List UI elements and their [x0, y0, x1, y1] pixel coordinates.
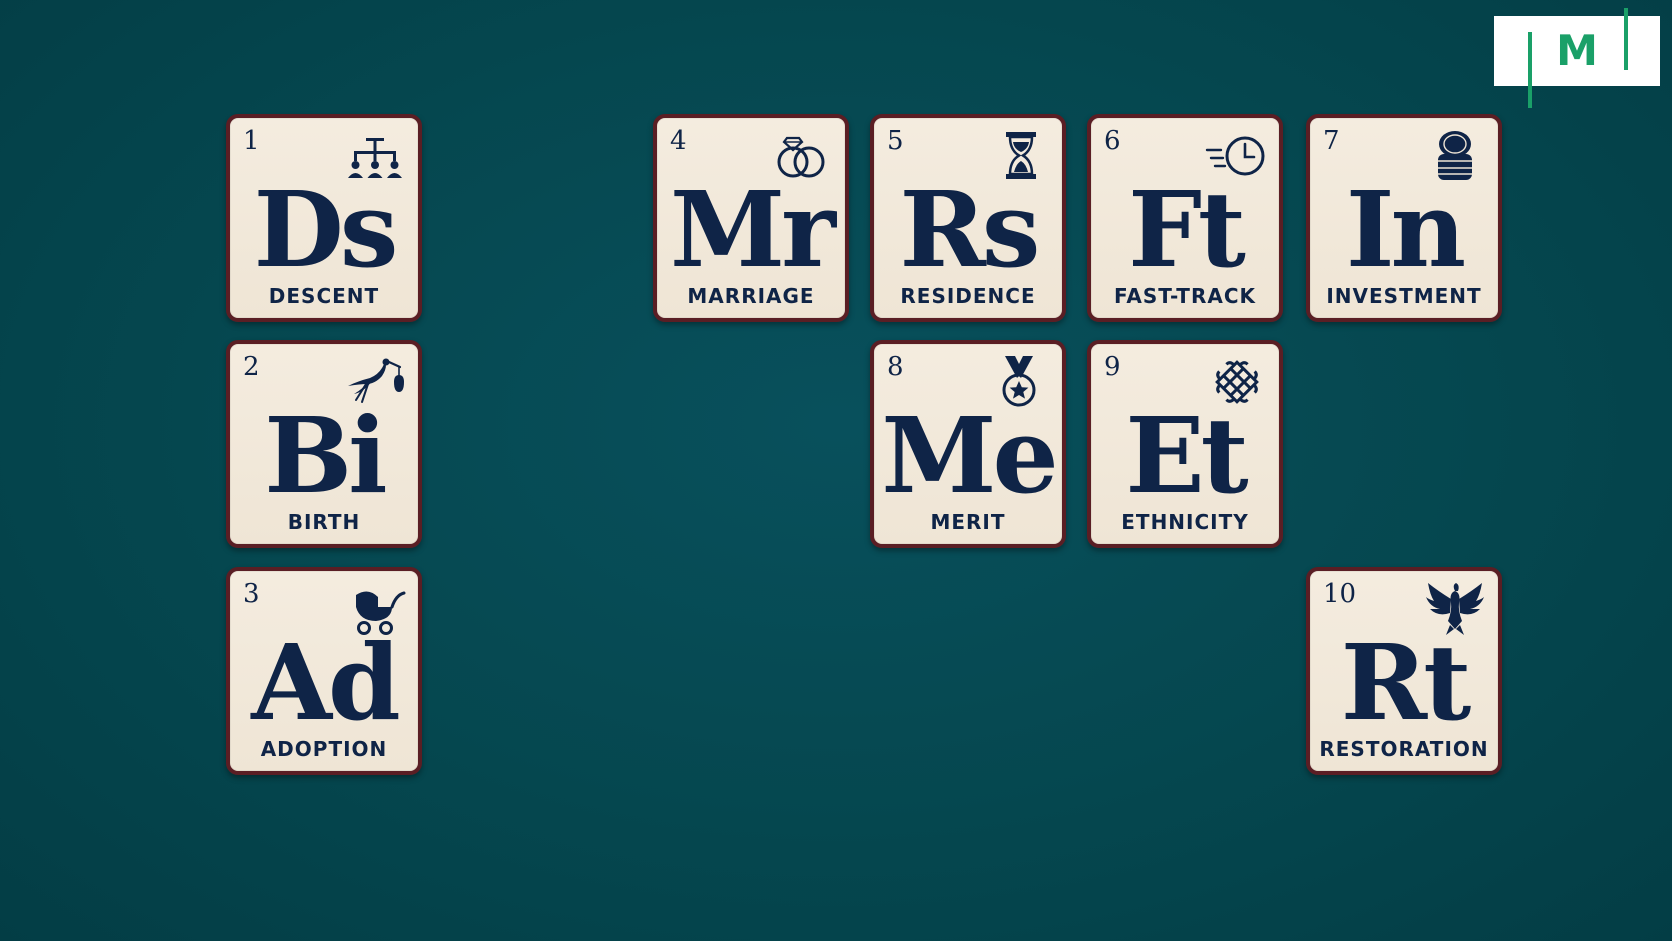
tile-label: INVESTMENT	[1326, 284, 1482, 308]
tile-label: RESTORATION	[1319, 737, 1489, 761]
tile-number: 7	[1323, 126, 1340, 156]
tile-ethnicity: 9 Et ETHNICITY	[1087, 340, 1283, 548]
tile-number: 9	[1104, 352, 1121, 382]
tile-symbol: Mr	[670, 168, 836, 291]
tile-number: 4	[670, 126, 687, 156]
tile-label: ADOPTION	[260, 737, 388, 761]
tile-merit: 8 Me MERIT	[870, 340, 1066, 548]
tile-symbol: Ds	[253, 168, 399, 291]
tile-adoption: 3 Ad ADOPTION	[226, 567, 422, 775]
brand-logo: M	[1494, 8, 1660, 108]
periodic-table-canvas: M 1 Ds DESCENT 2 Bi BIRTH 3 Ad ADOPTION …	[0, 0, 1672, 941]
logo-letter: M	[1556, 26, 1598, 75]
tile-descent: 1 Ds DESCENT	[226, 114, 422, 322]
tile-number: 5	[887, 126, 904, 156]
tile-label: MARRIAGE	[687, 284, 815, 308]
tile-label: BIRTH	[287, 510, 361, 534]
tile-number: 1	[243, 126, 260, 156]
tile-label: DESCENT	[268, 284, 380, 308]
tile-label: ETHNICITY	[1121, 510, 1249, 534]
tile-number: 10	[1323, 579, 1357, 609]
tile-symbol: Rt	[1340, 621, 1471, 744]
tile-investment: 7 In INVESTMENT	[1306, 114, 1502, 322]
logo-right-bar	[1624, 8, 1628, 70]
tile-residence: 5 Rs RESIDENCE	[870, 114, 1066, 322]
tile-label: MERIT	[930, 510, 1006, 534]
tile-symbol: Bi	[264, 394, 387, 517]
tile-symbol: Ad	[251, 621, 400, 744]
tile-label: RESIDENCE	[900, 284, 1036, 308]
tile-number: 3	[243, 579, 260, 609]
tile-number: 6	[1104, 126, 1121, 156]
tile-symbol: In	[1345, 168, 1466, 291]
tile-restoration: 10 Rt RESTORATION	[1306, 567, 1502, 775]
tile-symbol: Ft	[1128, 168, 1246, 291]
tile-symbol: Me	[881, 394, 1058, 517]
tile-symbol: Et	[1125, 394, 1248, 517]
tile-marriage: 4 Mr MARRIAGE	[653, 114, 849, 322]
tile-symbol: Rs	[899, 168, 1041, 291]
tile-birth: 2 Bi BIRTH	[226, 340, 422, 548]
tile-number: 2	[243, 352, 260, 382]
tile-number: 8	[887, 352, 904, 382]
tile-fast-track: 6 Ft FAST-TRACK	[1087, 114, 1283, 322]
tile-label: FAST-TRACK	[1113, 284, 1256, 308]
